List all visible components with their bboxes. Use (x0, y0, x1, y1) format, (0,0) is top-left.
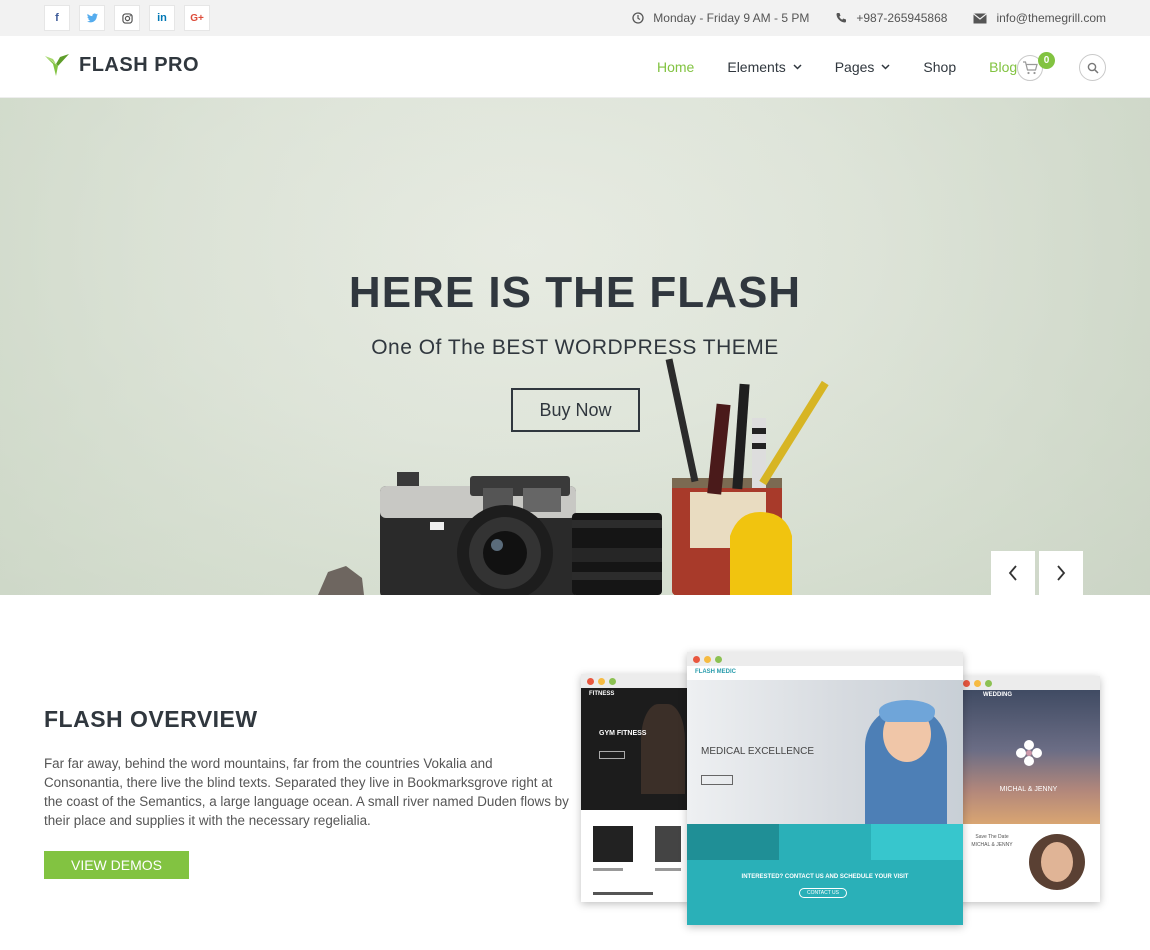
hero-slider: HERE IS THE FLASH One Of The BEST WORDPR… (0, 98, 1150, 595)
google-plus-icon[interactable]: G+ (184, 5, 210, 31)
demo-fitness-screenshot: FITNESS GYM FITNESS (581, 674, 691, 902)
top-bar: f in G+ Monday - Friday 9 AM - 5 PM +987… (0, 0, 1150, 36)
linkedin-icon[interactable]: in (149, 5, 175, 31)
slider-prev-button[interactable] (991, 551, 1035, 595)
wedding-save-date: Save The Date (975, 834, 1009, 840)
chevron-down-icon (793, 64, 802, 70)
nav-blog-label: Blog (989, 59, 1018, 75)
medic-cta-button: CONTACT US (799, 888, 847, 898)
wedding-hero: WEDDING MICHAL & JENNY (957, 690, 1100, 824)
nav-elements-label: Elements (727, 59, 786, 75)
hours-info: Monday - Friday 9 AM - 5 PM (632, 11, 809, 25)
fitness-hero: FITNESS GYM FITNESS (581, 688, 691, 810)
envelope-icon (973, 12, 988, 23)
buy-now-button[interactable]: Buy Now (511, 388, 640, 432)
facebook-icon[interactable]: f (44, 5, 70, 31)
instagram-icon[interactable] (114, 5, 140, 31)
nav-elements[interactable]: Elements (727, 59, 802, 75)
browser-chrome (687, 652, 963, 666)
medic-heading: MEDICAL EXCELLENCE (701, 746, 814, 757)
wedding-names-small: MICHAL & JENNY (971, 842, 1013, 848)
chevron-left-icon (1008, 565, 1017, 581)
cart-count-badge: 0 (1038, 52, 1055, 69)
overview-text: Far far away, behind the word mountains,… (44, 756, 569, 828)
nav-shop-label: Shop (923, 59, 957, 75)
bird-logo-icon (45, 54, 69, 76)
wedding-logo-text: WEDDING (983, 692, 1012, 698)
fitness-heading: GYM FITNESS (599, 730, 647, 737)
hero-title: HERE IS THE FLASH (348, 268, 802, 317)
chevron-down-icon (881, 64, 890, 70)
hero-subtitle: One Of The BEST WORDPRESS THEME (371, 336, 779, 359)
medic-cta-text: INTERESTED? CONTACT US AND SCHEDULE YOUR… (741, 874, 909, 880)
nav-home[interactable]: Home (657, 59, 694, 75)
wedding-names: MICHAL & JENNY (999, 786, 1058, 793)
browser-chrome (957, 676, 1100, 690)
site-logo[interactable]: FLASH PRO (44, 52, 199, 78)
main-nav: Home Elements Pages Shop Blog (657, 36, 1017, 98)
demo-wedding-screenshot: WEDDING MICHAL & JENNY Save The Date MIC… (957, 676, 1100, 902)
clock-icon (632, 12, 644, 24)
phone-info: +987-265945868 (835, 11, 947, 25)
slider-next-button[interactable] (1039, 551, 1083, 595)
flower-icon (1016, 740, 1042, 766)
twitter-icon[interactable] (79, 5, 105, 31)
nav-home-label: Home (657, 59, 695, 75)
browser-chrome (581, 674, 691, 688)
social-links: f in G+ (44, 5, 210, 31)
nav-pages[interactable]: Pages (835, 59, 891, 75)
medic-hero: MEDICAL EXCELLENCE (687, 680, 963, 824)
email-info: info@themegrill.com (973, 11, 1106, 25)
search-button[interactable] (1079, 54, 1106, 81)
phone-text[interactable]: +987-265945868 (856, 11, 947, 25)
overview-title: FLASH OVERVIEW (44, 706, 258, 732)
phone-icon (836, 13, 847, 23)
email-text[interactable]: info@themegrill.com (996, 11, 1106, 25)
medic-logo-text: FLASH MEDIC (695, 669, 736, 675)
demo-medic-screenshot: FLASH MEDIC MEDICAL EXCELLENCE INTERESTE… (687, 652, 963, 925)
nav-blog[interactable]: Blog (989, 59, 1017, 75)
chevron-right-icon (1057, 565, 1066, 581)
search-icon (1087, 62, 1099, 74)
logo-text: FLASH PRO (79, 53, 200, 76)
nav-pages-label: Pages (834, 59, 875, 75)
fitness-logo-text: FITNESS (589, 691, 615, 697)
nav-shop[interactable]: Shop (923, 59, 956, 75)
hours-text: Monday - Friday 9 AM - 5 PM (653, 11, 810, 25)
cart-icon (1023, 61, 1038, 75)
medic-cta: INTERESTED? CONTACT US AND SCHEDULE YOUR… (687, 860, 963, 925)
view-demos-button[interactable]: VIEW DEMOS (44, 851, 189, 879)
contact-info: Monday - Friday 9 AM - 5 PM +987-2659458… (632, 0, 1106, 36)
site-header: FLASH PRO Home Elements Pages Shop Blog … (0, 36, 1150, 98)
